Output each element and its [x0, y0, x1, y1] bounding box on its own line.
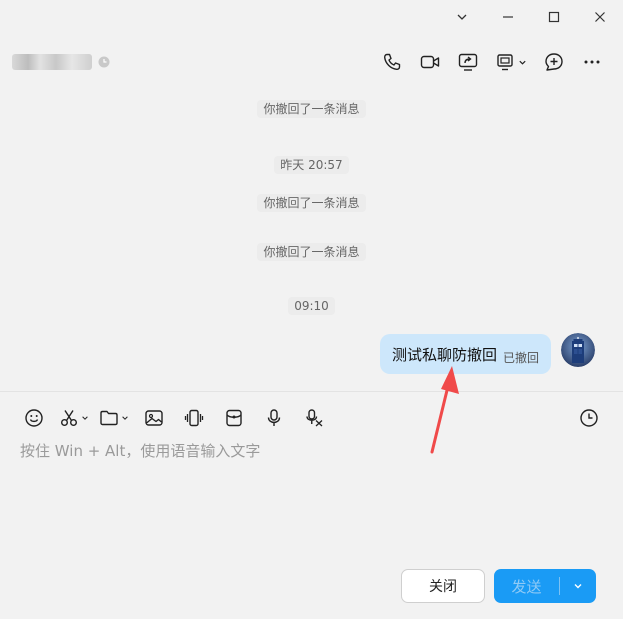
mic-icon	[267, 409, 281, 426]
remote-desktop-icon	[496, 54, 513, 71]
send-button[interactable]: 发送	[494, 569, 559, 603]
voice-to-text-icon	[306, 409, 323, 427]
clock-icon	[98, 56, 110, 68]
folder-icon	[100, 410, 118, 426]
image-button[interactable]	[134, 402, 174, 434]
history-icon	[580, 409, 598, 427]
emoji-button[interactable]	[14, 402, 54, 434]
recall-notice: 你撤回了一条消息	[0, 194, 623, 212]
emoji-icon	[25, 409, 43, 427]
more-icon	[584, 60, 600, 64]
add-chat-icon	[545, 53, 563, 71]
close-icon	[595, 12, 605, 22]
maximize-button[interactable]	[531, 0, 577, 34]
outgoing-message-bubble[interactable]: 测试私聊防撤回 已撤回	[379, 334, 551, 374]
red-packet-icon	[226, 409, 242, 427]
chevron-down-icon	[574, 584, 582, 589]
minimize-button[interactable]	[439, 0, 485, 34]
police-box-avatar-image	[561, 333, 595, 367]
add-chat-button[interactable]	[535, 46, 573, 78]
more-button[interactable]	[573, 46, 611, 78]
header-toolbar	[373, 34, 611, 90]
recall-notice: 你撤回了一条消息	[0, 243, 623, 261]
timestamp: 09:10	[0, 297, 623, 315]
divider	[0, 391, 623, 392]
chevron-down-icon	[518, 60, 526, 65]
screenshot-button[interactable]	[54, 402, 94, 434]
title-bar	[0, 0, 623, 34]
chevron-down-icon	[122, 416, 128, 420]
vibrate-icon	[184, 409, 204, 427]
voice-call-button[interactable]	[373, 46, 411, 78]
scissors-icon	[61, 410, 77, 426]
video-icon	[420, 55, 440, 69]
red-packet-button[interactable]	[214, 402, 254, 434]
contact-name-blurred[interactable]	[12, 54, 92, 70]
maximize-icon	[548, 11, 560, 23]
message-text: 测试私聊防撤回	[391, 345, 497, 364]
phone-icon	[383, 53, 401, 71]
avatar[interactable]	[561, 333, 595, 367]
image-icon	[145, 410, 163, 426]
send-button-group: 发送	[494, 569, 596, 603]
close-button[interactable]: 关闭	[401, 569, 485, 603]
input-toolbar	[14, 402, 609, 434]
video-call-button[interactable]	[411, 46, 449, 78]
send-options-button[interactable]	[560, 569, 596, 603]
remote-desktop-button[interactable]	[487, 46, 535, 78]
close-window-button[interactable]	[577, 0, 623, 34]
chevron-down-icon	[457, 14, 467, 20]
message-input[interactable]	[20, 440, 600, 560]
chat-header	[0, 34, 623, 90]
minimize-line-icon	[503, 16, 513, 18]
message-list[interactable]: 你撤回了一条消息 昨天 20:57 你撤回了一条消息 你撤回了一条消息 09:1…	[0, 90, 623, 390]
recall-notice: 你撤回了一条消息	[0, 100, 623, 118]
screen-share-button[interactable]	[449, 46, 487, 78]
screen-share-icon	[458, 53, 478, 71]
chat-history-button[interactable]	[569, 402, 609, 434]
file-button[interactable]	[94, 402, 134, 434]
restore-button[interactable]	[485, 0, 531, 34]
voice-to-text-button[interactable]	[294, 402, 334, 434]
voice-message-button[interactable]	[254, 402, 294, 434]
shake-button[interactable]	[174, 402, 214, 434]
chevron-down-icon	[82, 416, 88, 420]
timestamp: 昨天 20:57	[0, 156, 623, 174]
recalled-status: 已撤回	[502, 350, 539, 365]
